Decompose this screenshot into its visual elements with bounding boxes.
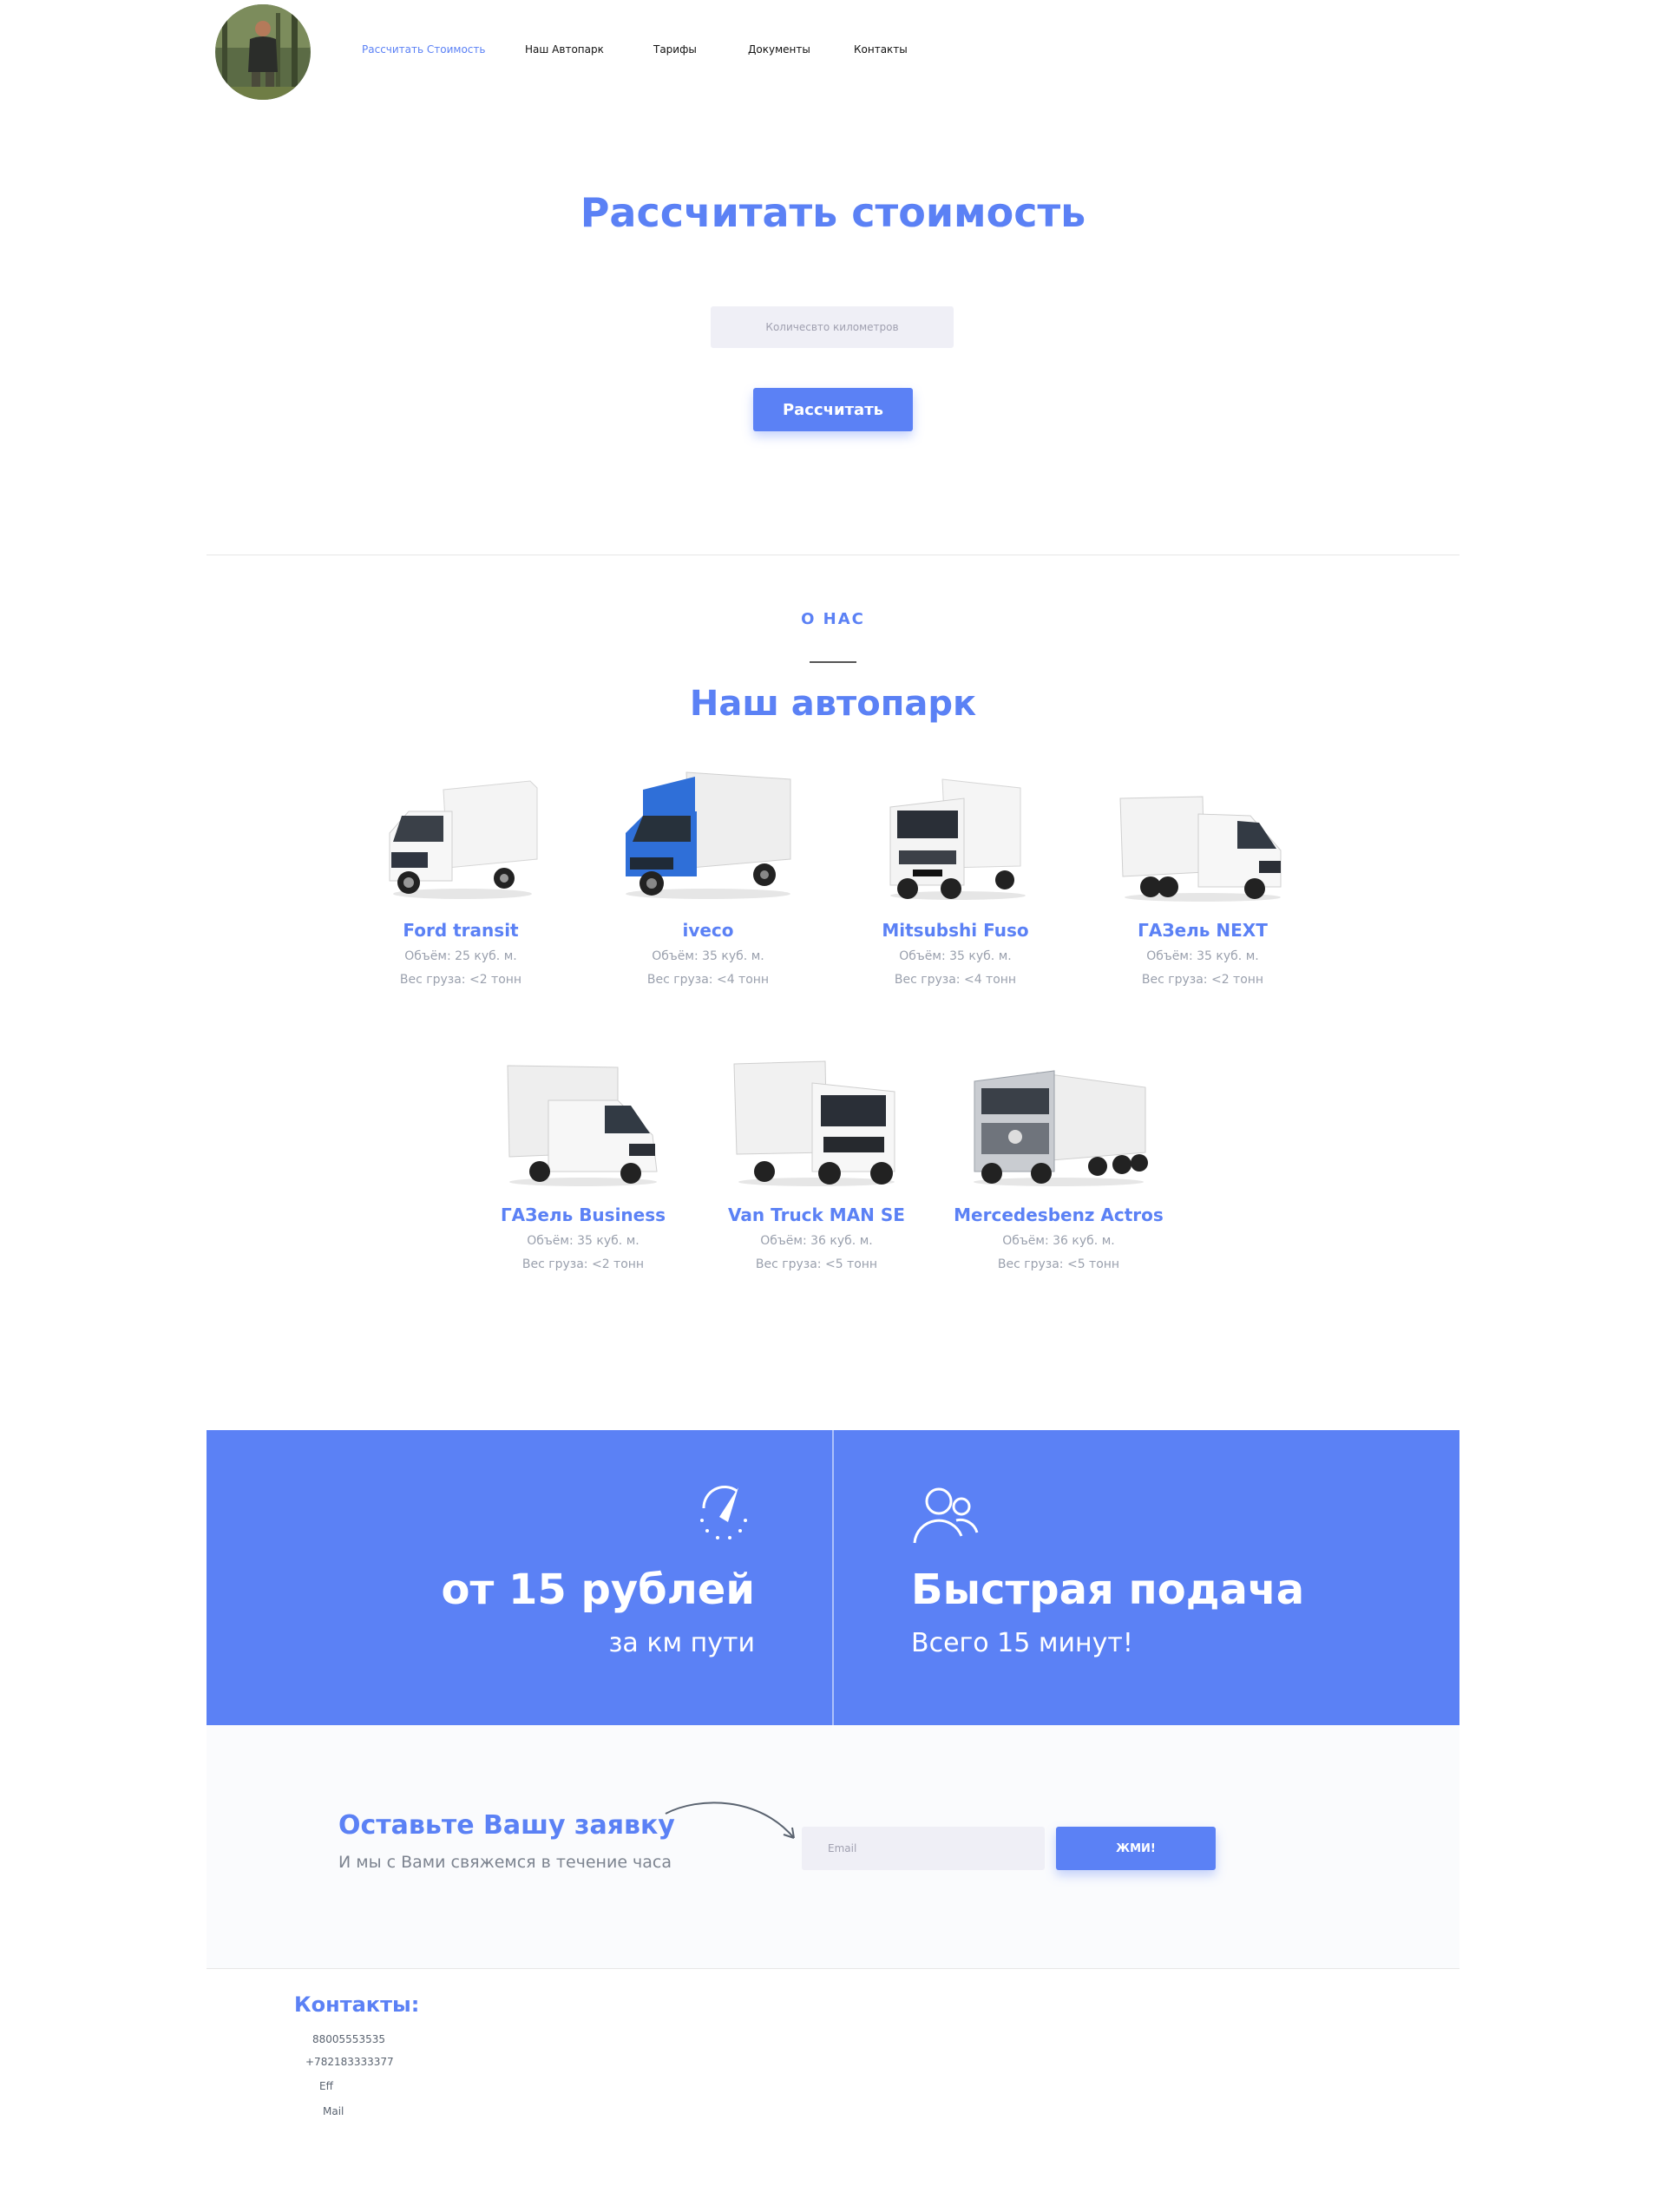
- km-input[interactable]: [711, 306, 954, 348]
- email-field[interactable]: [802, 1827, 1045, 1870]
- contact-phone[interactable]: +782183333377: [305, 2056, 394, 2068]
- nav-item-fleet[interactable]: Наш Автопарк: [525, 43, 604, 56]
- fleet-card: ГАЗель NEXT Объём: 35 куб. м. Вес груза:…: [1086, 764, 1320, 987]
- truck-name: Ford transit: [403, 920, 519, 941]
- nav-item-contacts[interactable]: Контакты: [854, 43, 908, 56]
- fleet-card: iveco Объём: 35 куб. м. Вес груза: <4 то…: [591, 764, 825, 987]
- truck-icon: [591, 764, 825, 903]
- truck-icon: [838, 764, 1072, 903]
- speedometer-icon: [693, 1482, 754, 1546]
- contact-line: Eff: [319, 2080, 333, 2092]
- truck-name: Mitsubshi Fuso: [882, 920, 1029, 941]
- truck-name: iveco: [682, 920, 734, 941]
- fleet-card: Van Truck MAN SE Объём: 36 куб. м. Вес г…: [699, 1048, 934, 1271]
- truck-volume: Объём: 35 куб. м.: [1146, 949, 1259, 963]
- fleet-title: Наш автопарк: [689, 684, 977, 724]
- nav-item-documents[interactable]: Документы: [748, 43, 810, 56]
- truck-name: Van Truck MAN SE: [728, 1204, 905, 1225]
- fleet-card: ГАЗель Business Объём: 35 куб. м. Вес гр…: [466, 1048, 700, 1271]
- truck-weight: Вес груза: <5 тонн: [755, 1257, 878, 1271]
- fleet-card: Ford transit Объём: 25 куб. м. Вес груза…: [344, 764, 578, 987]
- truck-volume: Объём: 25 куб. м.: [404, 949, 517, 963]
- truck-weight: Вес груза: <4 тонн: [646, 973, 770, 987]
- top-nav: Рассчитать Стоимость Наш Автопарк Тарифы…: [0, 0, 1666, 104]
- features-divider: [832, 1430, 834, 1725]
- truck-name: Mercedesbenz Actros: [954, 1204, 1164, 1225]
- arrow-icon: [664, 1795, 803, 1850]
- kicker-underline: [810, 661, 856, 663]
- page-title: Рассчитать стоимость: [580, 189, 1086, 236]
- about-kicker: О НАС: [801, 610, 865, 628]
- van-icon: [344, 764, 578, 903]
- truck-weight: Вес груза: <2 тонн: [399, 973, 522, 987]
- truck-volume: Объём: 35 куб. м.: [899, 949, 1012, 963]
- truck-volume: Объём: 36 куб. м.: [1002, 1234, 1115, 1248]
- lead-title: Оставьте Вашу заявку: [338, 1810, 675, 1841]
- nav-item-tariffs[interactable]: Тарифы: [653, 43, 697, 56]
- truck-volume: Объём: 35 куб. м.: [527, 1234, 640, 1248]
- truck-icon: [1086, 764, 1320, 903]
- truck-name: ГАЗель Business: [500, 1204, 666, 1225]
- truck-volume: Объём: 36 куб. м.: [760, 1234, 873, 1248]
- contact-mail[interactable]: Mail: [323, 2105, 344, 2117]
- truck-weight: Вес груза: <4 тонн: [894, 973, 1017, 987]
- nav-item-calculate[interactable]: Рассчитать Стоимость: [362, 43, 485, 56]
- contact-phone[interactable]: 88005553535: [312, 2033, 385, 2045]
- calculate-button[interactable]: Рассчитать: [753, 388, 913, 431]
- features-banner: от 15 рублей за км пути Быстрая подача В…: [207, 1430, 1459, 1725]
- truck-icon: [699, 1048, 934, 1187]
- users-icon: [911, 1484, 981, 1548]
- contacts-title: Контакты:: [294, 1992, 420, 2017]
- lead-subtitle: И мы с Вами свяжемся в течение часа: [338, 1853, 672, 1872]
- truck-icon: [466, 1048, 700, 1187]
- semi-truck-icon: [941, 1048, 1176, 1187]
- avatar[interactable]: [215, 4, 311, 100]
- submit-button[interactable]: ЖМИ!: [1056, 1827, 1216, 1870]
- truck-weight: Вес груза: <5 тонн: [997, 1257, 1120, 1271]
- fleet-card: Mitsubshi Fuso Объём: 35 куб. м. Вес гру…: [838, 764, 1072, 987]
- truck-weight: Вес груза: <2 тонн: [521, 1257, 645, 1271]
- fleet-card: Mercedesbenz Actros Объём: 36 куб. м. Ве…: [941, 1048, 1176, 1271]
- fast-pickup-title: Быстрая подача: [911, 1565, 1305, 1614]
- footer-divider: [207, 1968, 1459, 1969]
- truck-weight: Вес груза: <2 тонн: [1141, 973, 1264, 987]
- truck-name: ГАЗель NEXT: [1138, 920, 1268, 941]
- price-title: от 15 рублей: [441, 1565, 755, 1614]
- price-subtitle: за км пути: [608, 1628, 755, 1658]
- fast-pickup-subtitle: Всего 15 минут!: [911, 1628, 1133, 1658]
- truck-volume: Объём: 35 куб. м.: [652, 949, 764, 963]
